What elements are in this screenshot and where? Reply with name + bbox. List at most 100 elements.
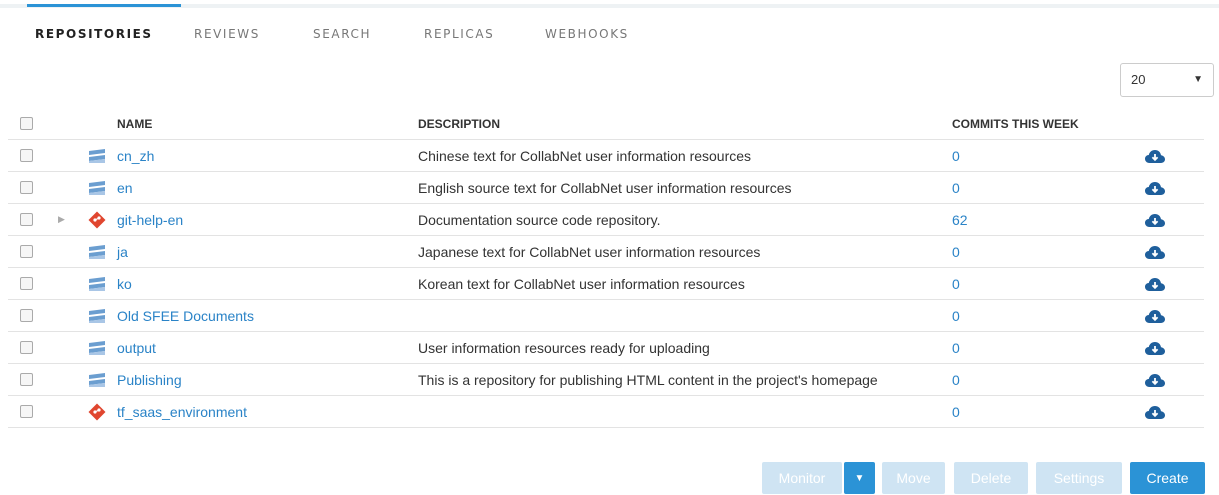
row-checkbox[interactable]	[20, 309, 33, 322]
table-header: NAME DESCRIPTION COMMITS THIS WEEK	[8, 108, 1204, 140]
svn-icon	[89, 276, 105, 291]
repo-name-link[interactable]: Publishing	[117, 364, 182, 395]
tab-webhooks[interactable]: WEBHOOKS	[545, 8, 629, 41]
commits-count-link[interactable]: 0	[952, 396, 960, 427]
tab-replicas[interactable]: REPLICAS	[424, 8, 494, 41]
repo-description: English source text for CollabNet user i…	[418, 179, 792, 196]
download-button[interactable]	[1144, 364, 1166, 395]
repo-type-icon	[88, 204, 106, 235]
repo-description: Documentation source code repository.	[418, 211, 661, 228]
repo-type-icon	[88, 236, 106, 267]
cloud-download-icon	[1145, 341, 1165, 355]
svn-icon	[89, 372, 105, 387]
repo-name-link[interactable]: ja	[117, 236, 128, 267]
repo-type-icon	[88, 364, 106, 395]
commits-count-link[interactable]: 0	[952, 236, 960, 267]
description-column-header[interactable]: DESCRIPTION	[418, 108, 500, 139]
select-all-checkbox[interactable]	[20, 117, 33, 130]
repo-name-link[interactable]: cn_zh	[117, 140, 154, 171]
row-checkbox[interactable]	[20, 181, 33, 194]
table-row: output User information resources ready f…	[8, 332, 1204, 364]
tab-reviews[interactable]: REVIEWS	[194, 8, 260, 41]
repo-type-icon	[88, 396, 106, 427]
caret-down-icon: ▼	[854, 472, 865, 484]
row-checkbox[interactable]	[20, 245, 33, 258]
download-button[interactable]	[1144, 300, 1166, 331]
repo-type-icon	[88, 140, 106, 171]
repo-type-icon	[88, 332, 106, 363]
git-icon	[88, 403, 106, 420]
cloud-download-icon	[1145, 149, 1165, 163]
table-row: en English source text for CollabNet user…	[8, 172, 1204, 204]
create-button[interactable]: Create	[1130, 462, 1205, 494]
svn-icon	[89, 244, 105, 259]
cloud-download-icon	[1145, 181, 1165, 195]
table-row: ▶ git-help-en Documentation source code re…	[8, 204, 1204, 236]
row-checkbox[interactable]	[20, 341, 33, 354]
download-button[interactable]	[1144, 268, 1166, 299]
commits-count-link[interactable]: 0	[952, 140, 960, 171]
repo-name-link[interactable]: en	[117, 172, 133, 203]
table-row: Publishing This is a repository for publi…	[8, 364, 1204, 396]
repo-name-link[interactable]: ko	[117, 268, 132, 299]
repo-name-link[interactable]: git-help-en	[117, 204, 183, 235]
commits-count-link[interactable]: 0	[952, 268, 960, 299]
commits-count-link[interactable]: 0	[952, 332, 960, 363]
delete-button[interactable]: Delete	[954, 462, 1028, 494]
commits-count-link[interactable]: 62	[952, 204, 968, 235]
repo-description: Korean text for CollabNet user informati…	[418, 275, 745, 292]
repo-name-link[interactable]: Old SFEE Documents	[117, 300, 254, 331]
commits-count-link[interactable]: 0	[952, 364, 960, 395]
repo-description: Chinese text for CollabNet user informat…	[418, 147, 752, 164]
table-body: cn_zh Chinese text for CollabNet user inf…	[8, 140, 1204, 428]
repo-type-icon	[88, 172, 106, 203]
download-button[interactable]	[1144, 172, 1166, 203]
download-button[interactable]	[1144, 204, 1166, 235]
repo-type-icon	[88, 268, 106, 299]
row-checkbox[interactable]	[20, 149, 33, 162]
monitor-dropdown-button[interactable]: ▼	[844, 462, 875, 494]
row-checkbox[interactable]	[20, 213, 33, 226]
cloud-download-icon	[1145, 213, 1165, 227]
row-checkbox[interactable]	[20, 373, 33, 386]
download-button[interactable]	[1144, 140, 1166, 171]
commits-count-link[interactable]: 0	[952, 300, 960, 331]
cloud-download-icon	[1145, 277, 1165, 291]
table-row: tf_saas_environment 0	[8, 396, 1204, 428]
row-checkbox[interactable]	[20, 277, 33, 290]
move-button[interactable]: Move	[882, 462, 945, 494]
repo-description: Japanese text for CollabNet user informa…	[418, 243, 761, 260]
download-button[interactable]	[1144, 396, 1166, 427]
download-button[interactable]	[1144, 236, 1166, 267]
table-row: ja Japanese text for CollabNet user infor…	[8, 236, 1204, 268]
cloud-download-icon	[1145, 309, 1165, 323]
repo-name-link[interactable]: output	[117, 332, 156, 363]
svn-icon	[89, 308, 105, 323]
cloud-download-icon	[1145, 245, 1165, 259]
name-column-header[interactable]: NAME	[117, 108, 152, 139]
tab-repositories[interactable]: REPOSITORIES	[27, 4, 181, 41]
commits-count-link[interactable]: 0	[952, 172, 960, 203]
caret-down-icon: ▼	[1193, 74, 1203, 85]
page-size-value: 20	[1131, 72, 1146, 87]
repo-name-link[interactable]: tf_saas_environment	[117, 396, 247, 427]
repo-description: User information resources ready for upl…	[418, 339, 710, 356]
monitor-button[interactable]: Monitor	[762, 462, 842, 494]
page-size-select[interactable]: 20 ▼	[1120, 63, 1214, 97]
svn-icon	[89, 340, 105, 355]
table-row: ko Korean text for CollabNet user informa…	[8, 268, 1204, 300]
tab-search[interactable]: SEARCH	[313, 8, 371, 41]
cloud-download-icon	[1145, 373, 1165, 387]
repositories-table: NAME DESCRIPTION COMMITS THIS WEEK cn_zh…	[8, 108, 1204, 428]
settings-button[interactable]: Settings	[1036, 462, 1122, 494]
commits-column-header[interactable]: COMMITS THIS WEEK	[952, 108, 1079, 139]
download-button[interactable]	[1144, 332, 1166, 363]
expand-row-icon[interactable]: ▶	[58, 204, 65, 235]
svn-icon	[89, 148, 105, 163]
svn-icon	[89, 180, 105, 195]
cloud-download-icon	[1145, 405, 1165, 419]
row-checkbox[interactable]	[20, 405, 33, 418]
repo-description: This is a repository for publishing HTML…	[418, 371, 878, 388]
table-row: cn_zh Chinese text for CollabNet user inf…	[8, 140, 1204, 172]
repo-type-icon	[88, 300, 106, 331]
